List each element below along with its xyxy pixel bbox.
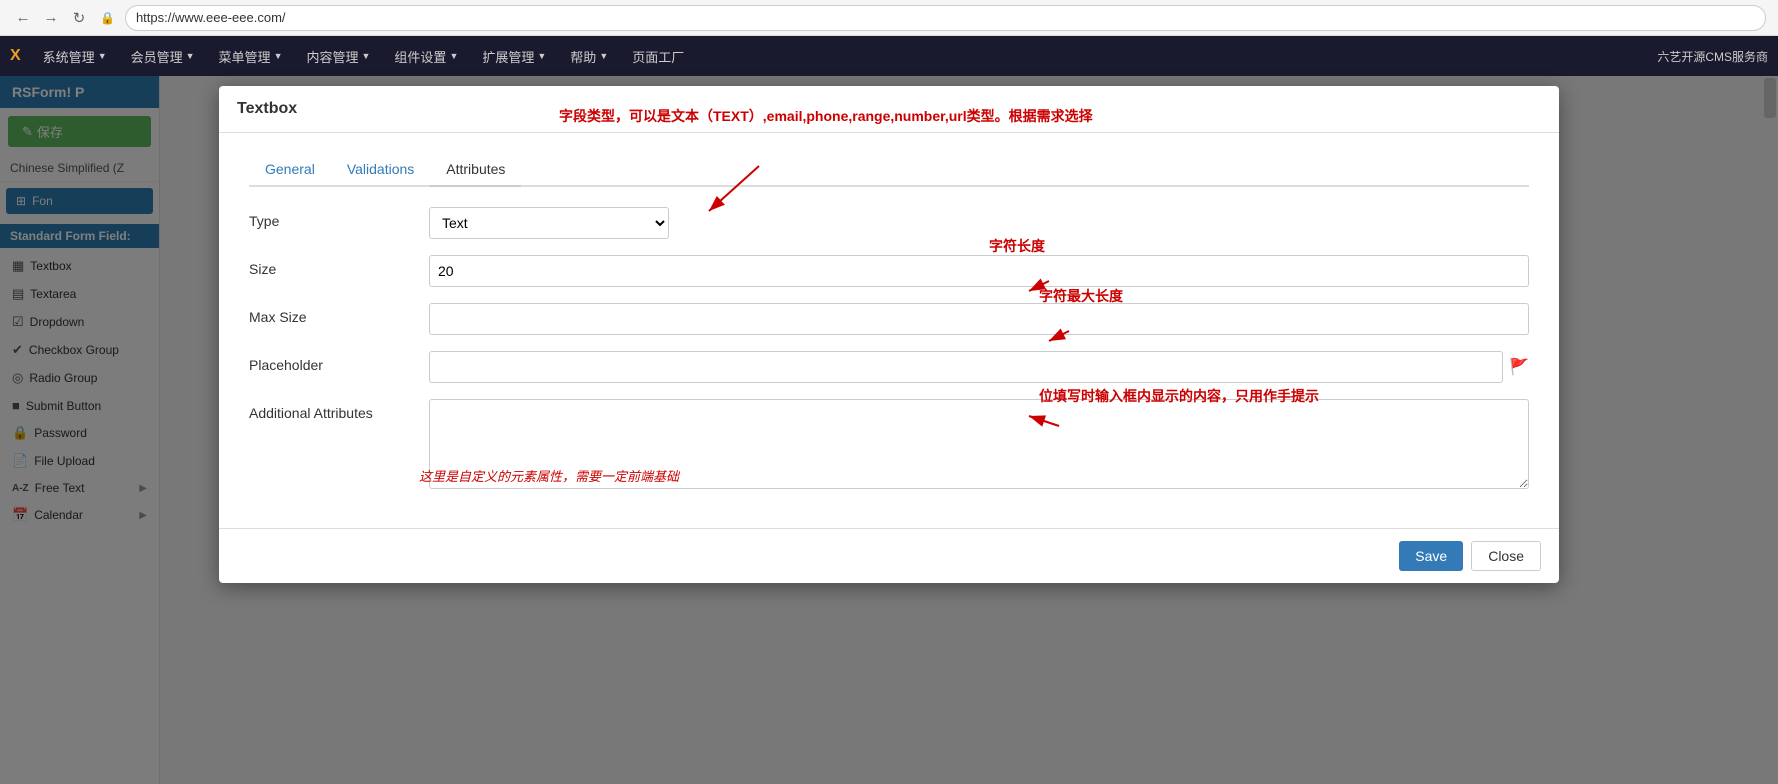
chevron-down-icon: ▼ (98, 51, 107, 61)
form-row-max-size: Max Size (249, 303, 1529, 335)
size-input[interactable] (429, 255, 1529, 287)
refresh-button[interactable]: ↻ (68, 7, 90, 29)
forward-button[interactable]: → (40, 7, 62, 29)
chevron-down-icon: ▼ (537, 51, 546, 61)
chevron-down-icon: ▼ (274, 51, 283, 61)
url-bar[interactable] (125, 5, 1766, 31)
size-control (429, 255, 1529, 287)
chevron-down-icon: ▼ (449, 51, 458, 61)
max-size-control (429, 303, 1529, 335)
top-navigation: X 系统管理 ▼ 会员管理 ▼ 菜单管理 ▼ 内容管理 ▼ 组件设置 ▼ 扩展管… (0, 36, 1778, 76)
max-size-label: Max Size (249, 303, 429, 325)
back-button[interactable]: ← (12, 7, 34, 29)
dialog-footer: Save Close (219, 528, 1559, 583)
chevron-down-icon: ▼ (599, 51, 608, 61)
additional-attributes-control (429, 399, 1529, 492)
type-select[interactable]: Text email phone range number url (429, 207, 669, 239)
type-label: Type (249, 207, 429, 229)
max-size-input[interactable] (429, 303, 1529, 335)
lock-icon: 🔒 (100, 11, 115, 25)
tab-validations[interactable]: Validations (331, 153, 430, 187)
nav-system-management[interactable]: 系统管理 ▼ (33, 43, 117, 70)
logo: X (10, 47, 21, 65)
dialog-body: General Validations Attributes Type Text… (219, 133, 1559, 528)
top-nav-right-text: 六艺开源CMS服务商 (1657, 48, 1768, 65)
nav-page-factory[interactable]: 页面工厂 (622, 43, 694, 70)
additional-attributes-textarea[interactable] (429, 399, 1529, 489)
nav-menu-management[interactable]: 菜单管理 ▼ (209, 43, 293, 70)
form-row-type: Type Text email phone range number url (249, 207, 1529, 239)
flag-icon[interactable]: 🚩 (1509, 357, 1529, 377)
nav-member-management[interactable]: 会员管理 ▼ (121, 43, 205, 70)
dialog-textbox: Textbox General Validations Attributes T… (219, 86, 1559, 583)
size-label: Size (249, 255, 429, 277)
placeholder-input[interactable] (429, 351, 1503, 383)
dialog-overlay: Textbox General Validations Attributes T… (0, 76, 1778, 784)
nav-content-management[interactable]: 内容管理 ▼ (296, 43, 380, 70)
form-row-additional-attributes: Additional Attributes (249, 399, 1529, 492)
browser-navigation: ← → ↻ (12, 7, 90, 29)
form-row-size: Size (249, 255, 1529, 287)
browser-bar: ← → ↻ 🔒 (0, 0, 1778, 36)
dialog-title: Textbox (219, 86, 1559, 133)
placeholder-input-wrapper: 🚩 (429, 351, 1529, 383)
nav-help[interactable]: 帮助 ▼ (560, 43, 618, 70)
main-area: RSForm! P ✎ 保存 Chinese Simplified (Z ⊞ F… (0, 76, 1778, 784)
tab-attributes[interactable]: Attributes (430, 153, 521, 187)
placeholder-label: Placeholder (249, 351, 429, 373)
tab-general[interactable]: General (249, 153, 331, 187)
nav-component-settings[interactable]: 组件设置 ▼ (384, 43, 468, 70)
save-button[interactable]: Save (1399, 541, 1463, 571)
form-row-placeholder: Placeholder 🚩 (249, 351, 1529, 383)
dialog-tabs: General Validations Attributes (249, 153, 1529, 187)
type-control: Text email phone range number url (429, 207, 1529, 239)
additional-attributes-label: Additional Attributes (249, 399, 429, 421)
chevron-down-icon: ▼ (362, 51, 371, 61)
chevron-down-icon: ▼ (186, 51, 195, 61)
nav-extension-management[interactable]: 扩展管理 ▼ (472, 43, 556, 70)
placeholder-control: 🚩 (429, 351, 1529, 383)
close-button[interactable]: Close (1471, 541, 1541, 571)
